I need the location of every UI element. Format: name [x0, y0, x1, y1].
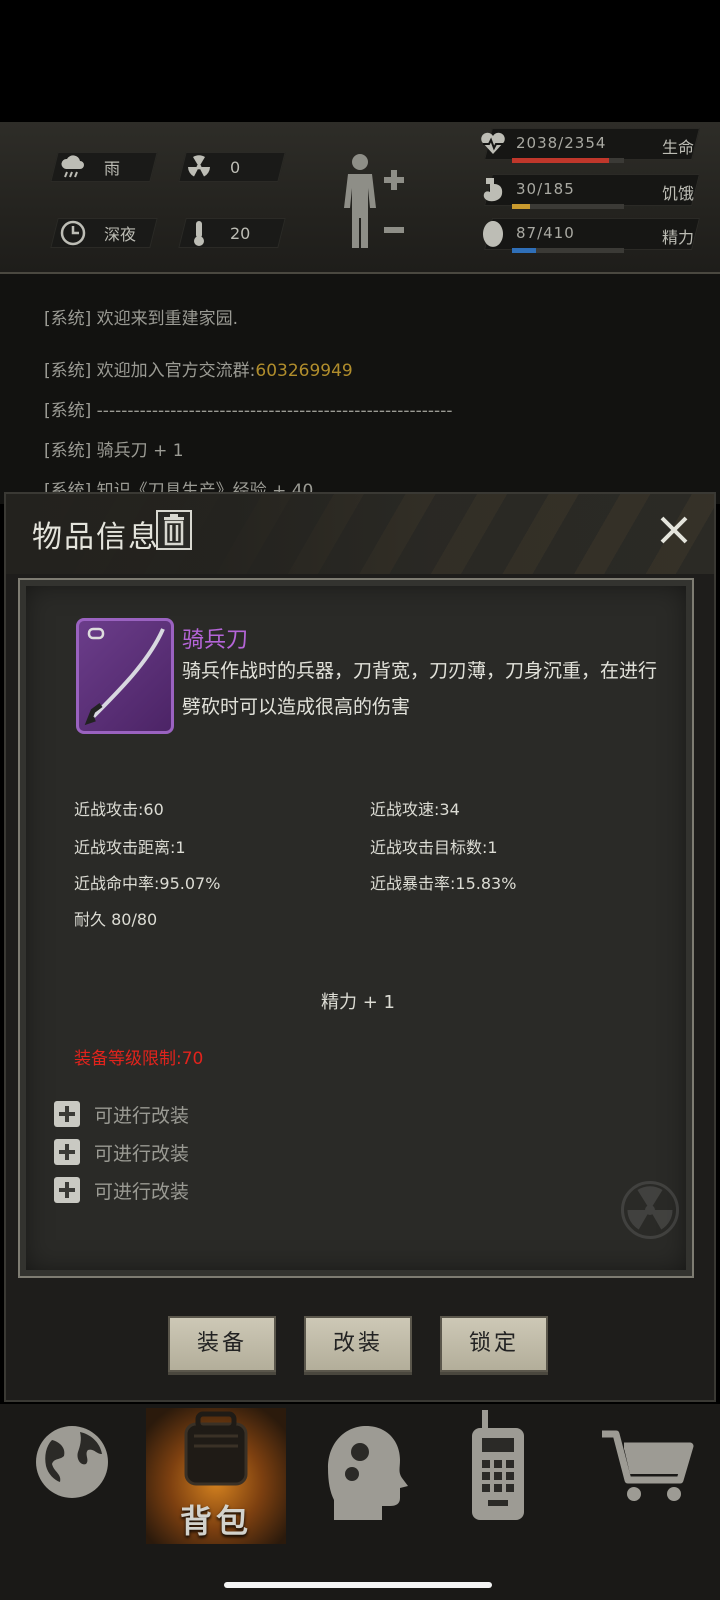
modify-button[interactable]: 改装: [304, 1316, 412, 1372]
energy-bar: 87/410 精力: [478, 218, 718, 258]
radiation-value: 0: [230, 157, 241, 177]
plus-icon[interactable]: [54, 1101, 80, 1127]
stat-melee-crit-rate: 近战暴击率:15.83%: [370, 874, 517, 893]
group-number: 603269949: [255, 361, 353, 381]
globe-icon: [36, 1426, 108, 1498]
shopping-cart-icon: [602, 1430, 694, 1501]
radiation-watermark-icon: [620, 1180, 680, 1244]
stat-durability: 耐久 80/80: [74, 910, 158, 929]
mod-slot[interactable]: 可进行改装: [54, 1174, 189, 1206]
plus-icon[interactable]: [54, 1177, 80, 1203]
item-bonus: 精力 + 1: [321, 992, 395, 1013]
nav-backpack[interactable]: 背包: [146, 1408, 286, 1544]
nav-radio[interactable]: [430, 1408, 570, 1544]
item-detail-panel: 骑兵刀 骑兵作战时的兵器，刀背宽，刀刃薄，刀身沉重，在进行 劈砍时可以造成很高的…: [18, 578, 694, 1278]
heart-pulse-icon: [480, 130, 506, 158]
clock-icon: [60, 220, 86, 246]
thermometer-icon: [186, 220, 212, 246]
nav-shop[interactable]: [572, 1408, 712, 1544]
message-log[interactable]: [系统] 欢迎来到重建家园. [系统] 欢迎加入官方交流群:603269949 …: [0, 274, 720, 504]
mod-slot[interactable]: 可进行改装: [54, 1136, 189, 1168]
equip-button[interactable]: 装备: [168, 1316, 276, 1372]
item-info-dialog: 物品信息 骑兵刀 骑兵作战时的兵器，刀背宽，刀刃薄，刀身沉重，在进行 劈砍时可以…: [4, 492, 716, 1402]
dialog-title: 物品信息: [32, 520, 160, 555]
nav-backpack-label: 背包: [179, 1502, 252, 1540]
energy-bolt-icon: [480, 220, 506, 248]
stomach-icon: [480, 176, 506, 204]
lock-button[interactable]: 锁定: [440, 1316, 548, 1372]
stat-melee-speed: 近战攻速:34: [370, 800, 460, 819]
walkie-talkie-icon: [472, 1410, 524, 1520]
log-line: [系统] -----------------------------------…: [44, 401, 453, 421]
plus-icon[interactable]: [54, 1139, 80, 1165]
stat-melee-targets: 近战攻击目标数:1: [370, 838, 498, 857]
status-bar: 雨 0 深夜 20 2038/2354 生命 30/185 饥饿 87/410 …: [0, 122, 720, 274]
radiation-icon: [186, 154, 212, 180]
bottom-nav: 背包: [0, 1404, 720, 1600]
log-line: [系统] 欢迎加入官方交流群:603269949: [44, 361, 353, 381]
mod-slot[interactable]: 可进行改装: [54, 1098, 189, 1130]
home-indicator: [224, 1582, 492, 1588]
stat-melee-hit-rate: 近战命中率:95.07%: [74, 874, 221, 893]
sabre-item-icon: [76, 618, 174, 734]
nav-world[interactable]: [4, 1408, 144, 1544]
hunger-bar-fill: [512, 204, 531, 209]
health-bar-fill: [512, 158, 609, 163]
hunger-bar: 30/185 饥饿: [478, 174, 718, 214]
health-bar: 2038/2354 生命: [478, 128, 718, 168]
body-status-icon[interactable]: [340, 152, 412, 252]
item-name: 骑兵刀: [182, 628, 249, 653]
temperature-value: 20: [230, 223, 251, 243]
rain-cloud-icon: [60, 154, 86, 180]
weather-value: 雨: [104, 159, 121, 178]
level-requirement: 装备等级限制:70: [74, 1049, 204, 1069]
item-description: 劈砍时可以造成很高的伤害: [182, 696, 411, 718]
trash-icon[interactable]: [156, 510, 192, 550]
log-line: [系统] 欢迎来到重建家园.: [44, 309, 239, 329]
close-icon[interactable]: [654, 510, 694, 550]
item-description: 骑兵作战时的兵器，刀背宽，刀刃薄，刀身沉重，在进行: [182, 660, 658, 682]
nav-skills[interactable]: [288, 1408, 428, 1544]
energy-bar-fill: [512, 248, 536, 253]
head-gears-icon: [328, 1426, 408, 1520]
stat-melee-range: 近战攻击距离:1: [74, 838, 186, 857]
log-line: [系统] 骑兵刀 + 1: [44, 441, 184, 461]
time-of-day-value: 深夜: [104, 225, 137, 244]
stat-melee-attack: 近战攻击:60: [74, 800, 164, 819]
